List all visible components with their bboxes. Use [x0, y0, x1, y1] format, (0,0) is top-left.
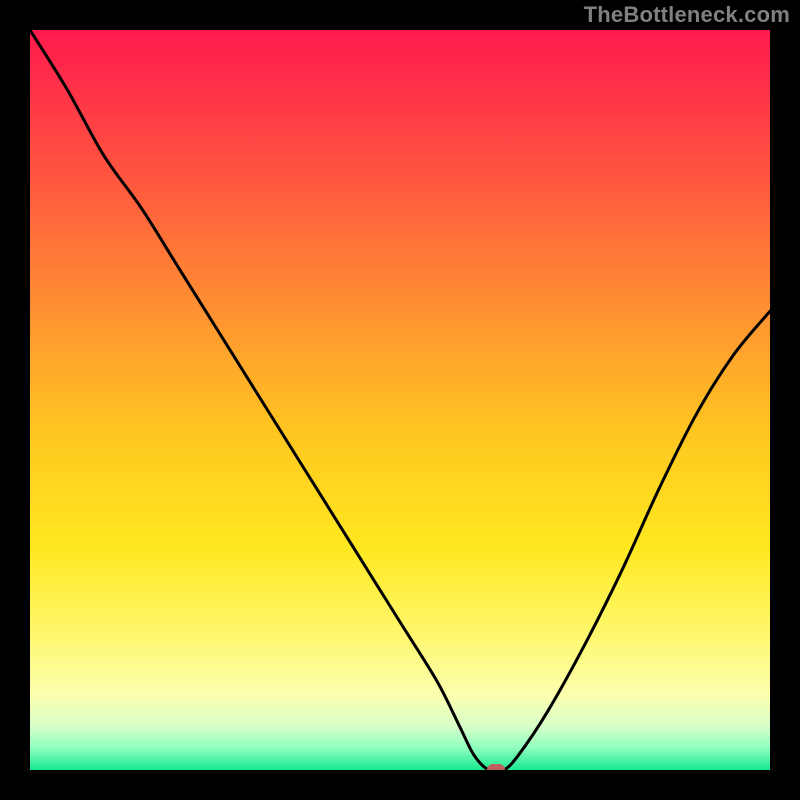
- optimum-marker: [487, 764, 505, 770]
- watermark-text: TheBottleneck.com: [584, 2, 790, 28]
- chart-frame: TheBottleneck.com: [0, 0, 800, 800]
- bottleneck-curve: [30, 30, 770, 770]
- plot-area: [30, 30, 770, 770]
